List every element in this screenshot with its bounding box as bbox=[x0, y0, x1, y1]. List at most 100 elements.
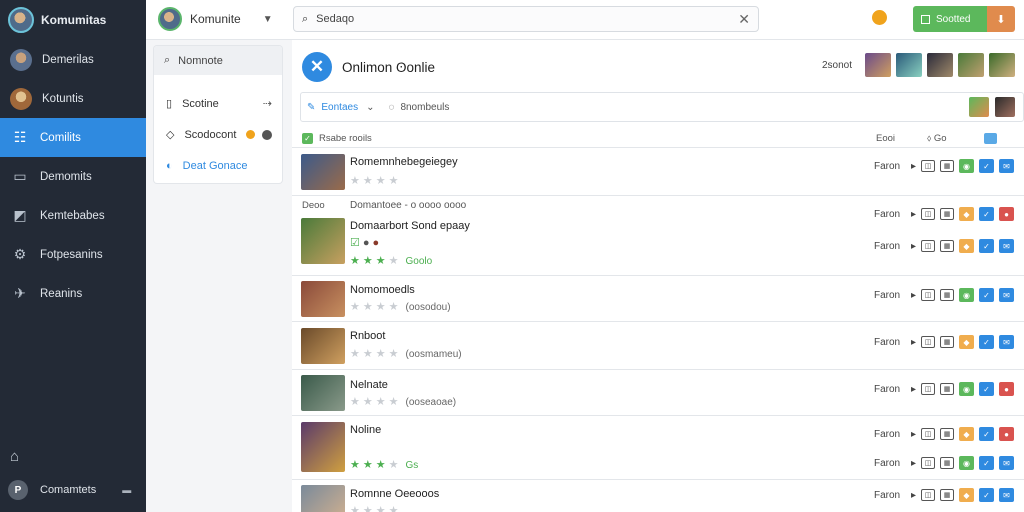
check-button[interactable]: ✓ bbox=[979, 335, 994, 349]
delete-button[interactable]: ● bbox=[999, 207, 1014, 221]
sidebar-item-comilits[interactable]: ☷ Comilits bbox=[0, 118, 146, 157]
edit-button[interactable]: ◆ bbox=[959, 239, 974, 253]
view-icon[interactable]: ◫ bbox=[921, 383, 935, 395]
view-icon[interactable]: ◫ bbox=[921, 336, 935, 348]
message-button[interactable]: ✉ bbox=[999, 456, 1014, 470]
check-button[interactable]: ✓ bbox=[979, 159, 994, 173]
sidebar-item-reanins[interactable]: ✈ Reanins bbox=[0, 274, 146, 313]
home-icon[interactable]: ⌂ bbox=[10, 448, 19, 465]
grid-icon[interactable]: ▦ bbox=[940, 336, 954, 348]
select-all-checkbox[interactable]: ✓ bbox=[302, 132, 313, 144]
members-filter[interactable]: ◌ 8nombeuls bbox=[388, 102, 449, 113]
search-field[interactable]: ⌕ ✕ bbox=[293, 6, 759, 32]
check-button[interactable]: ✓ bbox=[979, 239, 994, 253]
panel-item-deat-gonace[interactable]: ◐ Deat Gonace bbox=[154, 150, 282, 181]
approve-button[interactable]: ◉ bbox=[959, 456, 974, 470]
download-button[interactable]: ⬇ bbox=[987, 6, 1015, 32]
sidebar-item-label: Demomits bbox=[40, 170, 92, 183]
table-row[interactable]: Rnboot ★★★★ (oosmameu) Faron ▸ ◫ ▦ ◆ ✓ ✉ bbox=[292, 321, 1024, 369]
view-icon[interactable]: ◫ bbox=[921, 289, 935, 301]
search-input[interactable] bbox=[316, 13, 731, 25]
check-button[interactable]: ✓ bbox=[979, 207, 994, 221]
grid-icon[interactable]: ▦ bbox=[940, 428, 954, 440]
column-header: ⬨ Go bbox=[927, 132, 947, 144]
grid-icon[interactable]: ▦ bbox=[940, 289, 954, 301]
message-button[interactable]: ✉ bbox=[999, 288, 1014, 302]
filter-dropdown[interactable]: ✎ Eontaes bbox=[307, 102, 358, 113]
user-menu[interactable]: Komunite ▼ bbox=[158, 6, 273, 32]
rating-note: Goolo bbox=[405, 256, 433, 267]
column-toggle[interactable] bbox=[984, 132, 997, 144]
message-button[interactable]: ✉ bbox=[999, 159, 1014, 173]
panel-search[interactable]: ⌕ Nomnote bbox=[154, 46, 282, 75]
view-icon[interactable]: ◫ bbox=[921, 160, 935, 172]
sidebar-item-demerilas[interactable]: Demerilas bbox=[0, 40, 146, 79]
edit-button[interactable]: ◆ bbox=[959, 427, 974, 441]
approve-button[interactable]: ◉ bbox=[959, 288, 974, 302]
table-row[interactable]: Nomomoedls ★★★★ (oosodou) Faron ▸ ◫ ▦ ◉ ✓… bbox=[292, 275, 1024, 321]
view-icon[interactable]: ◫ bbox=[921, 208, 935, 220]
grid-icon[interactable]: ▦ bbox=[940, 240, 954, 252]
grid-icon[interactable]: ▦ bbox=[940, 160, 954, 172]
view-icon[interactable]: ◫ bbox=[921, 489, 935, 501]
toolbar-action-button[interactable] bbox=[969, 97, 989, 117]
grid-icon[interactable]: ▦ bbox=[940, 457, 954, 469]
star-filled-icon: ★ bbox=[362, 459, 376, 471]
sidebar-item-kemtebabes[interactable]: ◩ Kemtebabes bbox=[0, 196, 146, 235]
sidebar-item-fotpesanins[interactable]: ⚙ Fotpesanins bbox=[0, 235, 146, 274]
message-button[interactable]: ✉ bbox=[999, 239, 1014, 253]
notification-icon[interactable] bbox=[872, 10, 887, 25]
delete-button[interactable]: ● bbox=[999, 427, 1014, 441]
message-button[interactable]: ✉ bbox=[999, 488, 1014, 502]
table-row[interactable]: Romnne Oeeooos ★★★★ Faron ▸ ◫ ▦ ◆ ✓ ✉ bbox=[292, 479, 1024, 512]
member-thumbnail[interactable] bbox=[865, 53, 891, 77]
table-row[interactable]: Nelnate ★★★★ (ooseaoae) Faron ▸ ◫ ▦ ◉ ✓ ● bbox=[292, 369, 1024, 415]
message-button[interactable]: ✉ bbox=[999, 335, 1014, 349]
member-thumbnail[interactable] bbox=[927, 53, 953, 77]
member-image bbox=[301, 154, 345, 190]
check-button[interactable]: ✓ bbox=[979, 288, 994, 302]
sidebar-footer[interactable]: P Comamtets ▬ bbox=[0, 477, 146, 503]
view-icon[interactable]: ◫ bbox=[921, 240, 935, 252]
check-button[interactable]: ✓ bbox=[979, 427, 994, 441]
grid-icon[interactable]: ▦ bbox=[940, 383, 954, 395]
main-panel: ✕ Onlimon ʘonlie 2sonot ✎ Eontaes ⌄ ◌ 8n… bbox=[292, 40, 1024, 512]
edit-button[interactable]: ◆ bbox=[959, 207, 974, 221]
rating-stars: ★★★★ (oosodou) bbox=[350, 300, 451, 313]
member-name: Noline bbox=[350, 424, 382, 436]
table-row[interactable]: Deoo Domantoee - o oooo oooo Domaarbort … bbox=[292, 195, 1024, 275]
star-filled-icon: ★ bbox=[375, 459, 389, 471]
rating-note: (oosmameu) bbox=[405, 349, 462, 360]
member-thumbnail[interactable] bbox=[958, 53, 984, 77]
sidebar-item-kotuntis[interactable]: Kotuntis bbox=[0, 79, 146, 118]
check-button[interactable]: ✓ bbox=[979, 488, 994, 502]
sidebar-item-demomits[interactable]: ▭ Demomits bbox=[0, 157, 146, 196]
edit-button[interactable]: ◆ bbox=[959, 335, 974, 349]
secondary-panel: ⌕ Nomnote ▯ Scotine ⇢ ◇ Scodocont ◐ Deat… bbox=[154, 46, 282, 183]
action-label: Faron bbox=[873, 160, 901, 172]
delete-button[interactable]: ● bbox=[999, 382, 1014, 396]
grid-icon[interactable]: ▦ bbox=[940, 489, 954, 501]
table-row[interactable]: Romemnhebegeiegey ★★★★ Faron ▸ ◫ ▦ ◉ ✓ ✉ bbox=[292, 147, 1024, 195]
table-row[interactable]: Noline ★★★★ Gs Faron ▸ ◫ ▦ ◆ ✓ ● Faron ▸ … bbox=[292, 415, 1024, 479]
view-icon[interactable]: ◫ bbox=[921, 428, 935, 440]
filter-toolbar: ✎ Eontaes ⌄ ◌ 8nombeuls bbox=[300, 92, 1024, 122]
check-button[interactable]: ✓ bbox=[979, 382, 994, 396]
approve-button[interactable]: ◉ bbox=[959, 382, 974, 396]
chevron-down-icon[interactable]: ⌄ bbox=[366, 102, 374, 113]
action-label: Faron bbox=[873, 289, 901, 301]
close-icon[interactable]: ✕ bbox=[738, 11, 750, 28]
grid-icon[interactable]: ▦ bbox=[940, 208, 954, 220]
view-icon[interactable]: ◫ bbox=[921, 457, 935, 469]
rating-stars: ★★★★ (oosmameu) bbox=[350, 347, 462, 360]
member-thumbnail[interactable] bbox=[896, 53, 922, 77]
approve-button[interactable]: ◉ bbox=[959, 159, 974, 173]
user-avatar bbox=[10, 48, 32, 71]
panel-item-scotine[interactable]: ▯ Scotine ⇢ bbox=[154, 88, 282, 119]
check-button[interactable]: ✓ bbox=[979, 456, 994, 470]
primary-button[interactable]: Sootted bbox=[913, 6, 987, 32]
panel-item-scodocont[interactable]: ◇ Scodocont bbox=[154, 119, 282, 150]
member-thumbnail[interactable] bbox=[989, 53, 1015, 77]
toolbar-action-button[interactable] bbox=[995, 97, 1015, 117]
edit-button[interactable]: ◆ bbox=[959, 488, 974, 502]
